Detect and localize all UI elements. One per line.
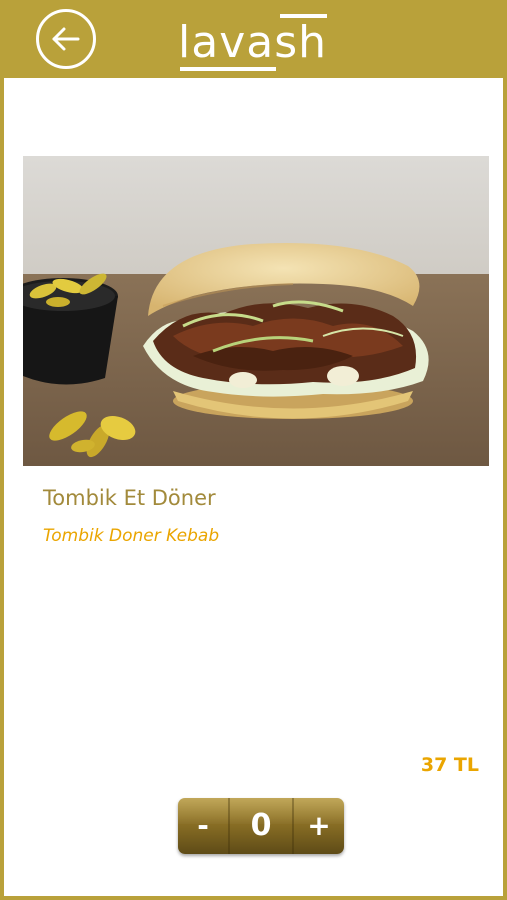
product-name: Tombik Et Döner [43,486,216,510]
quantity-value: 0 [250,808,272,843]
lavash-logo: lavash [178,12,330,72]
app-header: lavash [0,0,507,78]
logo-text: lavash [178,17,327,68]
product-subtitle: Tombik Doner Kebab [43,526,220,546]
product-card: Tombik Et Döner Tombik Doner Kebab 37 TL… [4,78,503,896]
logo-bar-bottom [180,67,276,71]
product-price: 37 TL [420,754,479,776]
increase-quantity-button[interactable]: + [294,798,344,854]
quantity-stepper: - 0 + [178,798,344,854]
decrease-quantity-button[interactable]: - [178,798,228,854]
doner-sandwich-illustration [23,156,489,466]
back-button[interactable] [36,9,96,69]
arrow-left-icon [52,27,80,51]
product-image [23,156,489,466]
